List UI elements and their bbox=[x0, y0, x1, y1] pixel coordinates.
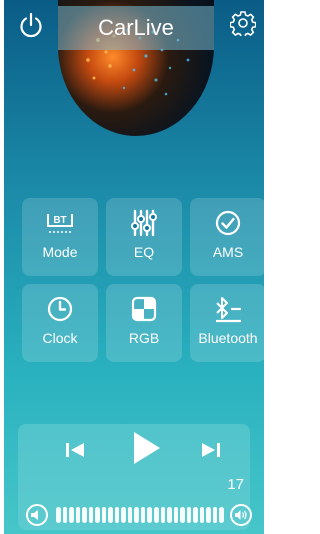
volume-segment bbox=[160, 507, 166, 523]
app-title: CarLive bbox=[98, 15, 174, 40]
eq-button[interactable]: EQ bbox=[106, 198, 182, 276]
volume-segment bbox=[193, 507, 198, 523]
bluetooth-button[interactable]: Bluetooth bbox=[190, 284, 264, 362]
top-bar: CarLive bbox=[4, 0, 264, 52]
volume-up-icon bbox=[235, 510, 247, 520]
clock-button[interactable]: Clock bbox=[22, 284, 98, 362]
bt-mode-icon: BT bbox=[43, 208, 77, 238]
equalizer-sliders-icon bbox=[130, 208, 158, 238]
volume-segment bbox=[212, 507, 218, 523]
volume-segment bbox=[56, 507, 61, 523]
play-icon bbox=[134, 432, 160, 464]
volume-control bbox=[26, 504, 252, 526]
mode-label: Mode bbox=[42, 244, 78, 260]
app-screen: CarLive BT Mode EQ AMS Clock RGB Bluetoo… bbox=[4, 0, 264, 534]
mode-button[interactable]: BT Mode bbox=[22, 198, 98, 276]
eq-label: EQ bbox=[133, 244, 155, 260]
rgb-button[interactable]: RGB bbox=[106, 284, 182, 362]
volume-segment bbox=[75, 507, 81, 523]
volume-segment bbox=[140, 507, 146, 523]
volume-down-button[interactable] bbox=[26, 504, 48, 526]
volume-up-button[interactable] bbox=[230, 504, 252, 526]
volume-slider[interactable] bbox=[56, 507, 224, 523]
settings-button[interactable] bbox=[226, 6, 260, 40]
gear-icon bbox=[230, 11, 256, 36]
power-icon bbox=[20, 12, 42, 38]
rgb-label: RGB bbox=[128, 330, 160, 346]
volume-value: 17 bbox=[227, 476, 244, 493]
clock-icon bbox=[46, 294, 74, 324]
volume-segment bbox=[82, 507, 87, 523]
volume-segment bbox=[134, 507, 139, 523]
function-grid: BT Mode EQ AMS Clock RGB Bluetooth bbox=[22, 198, 264, 364]
volume-segment bbox=[95, 507, 100, 523]
previous-button[interactable] bbox=[58, 434, 92, 466]
volume-segment bbox=[219, 507, 224, 523]
volume-segment bbox=[147, 507, 152, 523]
check-circle-icon bbox=[214, 208, 242, 238]
next-button[interactable] bbox=[194, 434, 228, 466]
app-title-box: CarLive bbox=[58, 6, 214, 50]
volume-segment bbox=[206, 507, 211, 523]
volume-segment bbox=[121, 507, 126, 523]
volume-segment bbox=[186, 507, 192, 523]
skip-next-icon bbox=[202, 443, 220, 457]
ams-button[interactable]: AMS bbox=[190, 198, 264, 276]
volume-segment bbox=[88, 507, 94, 523]
clock-label: Clock bbox=[42, 330, 78, 346]
bluetooth-list-icon bbox=[213, 294, 243, 324]
volume-segment bbox=[167, 507, 172, 523]
power-button[interactable] bbox=[14, 8, 48, 42]
volume-segment bbox=[153, 507, 159, 523]
volume-segment bbox=[101, 507, 107, 523]
volume-segment bbox=[180, 507, 185, 523]
volume-segment bbox=[127, 507, 133, 523]
volume-segment bbox=[69, 507, 74, 523]
bluetooth-label: Bluetooth bbox=[198, 330, 258, 346]
volume-segment bbox=[108, 507, 113, 523]
volume-segment bbox=[173, 507, 179, 523]
volume-segment bbox=[199, 507, 205, 523]
ams-label: AMS bbox=[212, 244, 244, 260]
player-panel: 17 bbox=[18, 424, 252, 530]
play-button[interactable] bbox=[126, 428, 166, 468]
rgb-quadrant-icon bbox=[130, 294, 158, 324]
volume-down-icon bbox=[31, 510, 38, 520]
volume-segment bbox=[62, 507, 68, 523]
volume-segment bbox=[114, 507, 120, 523]
skip-previous-icon bbox=[66, 443, 84, 457]
svg-text:BT: BT bbox=[53, 215, 66, 226]
